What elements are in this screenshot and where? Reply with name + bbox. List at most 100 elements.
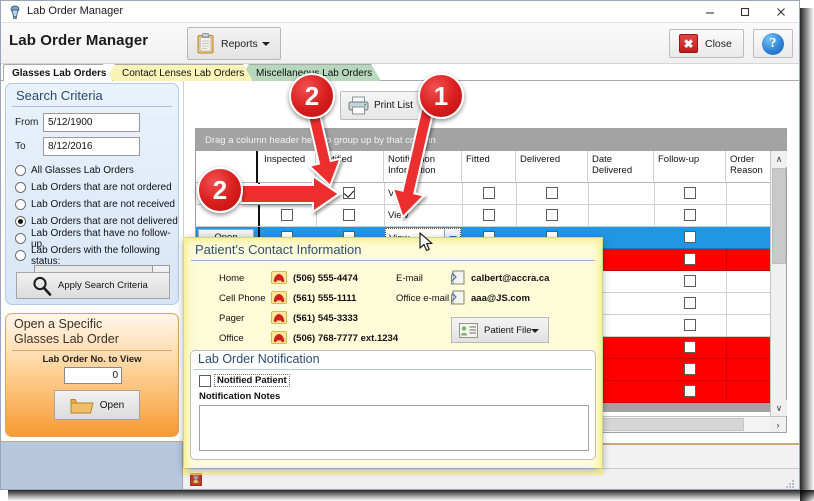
delivered-checkbox[interactable] [546,209,558,221]
lab-order-manager-window: Lab Order Manager Lab Order Manager [0,0,800,490]
patient-card-icon [459,323,478,338]
open-order-label: Open [100,400,124,411]
column-header-order-reason[interactable]: Order Reason [726,151,772,183]
followup-checkbox[interactable] [684,319,696,331]
notification-notes-textarea[interactable] [199,405,589,451]
window-shadow-right [800,8,814,501]
radio-icon [15,165,26,176]
open-specific-order-panel: Open a Specific Glasses Lab Order Lab Or… [5,313,179,437]
followup-checkbox[interactable] [684,187,696,199]
clipboard-icon [197,33,214,54]
to-date-input[interactable]: 8/12/2016 [43,137,140,156]
radio-not-ordered[interactable]: Lab Orders that are not ordered [15,180,172,195]
window-close-button[interactable] [763,1,799,22]
close-x-icon: ✖ [679,34,698,53]
followup-checkbox[interactable] [684,209,696,221]
resize-grip[interactable] [785,476,795,486]
grid-vertical-scrollbar[interactable]: ∧ ∨ [770,151,786,416]
reports-button[interactable]: Reports [187,27,281,60]
fitted-checkbox[interactable] [483,187,495,199]
open-specific-order-title-line1: Open a Specific [14,317,119,332]
reports-label: Reports [221,38,258,50]
folder-icon [70,396,94,415]
column-header-fitted[interactable]: Fitted [462,151,516,183]
divider [12,350,172,351]
page-title: Lab Order Manager [9,32,148,49]
close-button[interactable]: ✖ Close [669,29,744,58]
scroll-down-button[interactable]: ∨ [771,400,787,416]
divider [12,106,172,107]
maximize-button[interactable] [727,1,763,22]
patient-contact-section: Patient's Contact Information Home (506)… [189,241,597,348]
tab-glasses-lab-orders[interactable]: Glasses Lab Orders [3,64,113,81]
delivered-checkbox[interactable] [546,187,558,199]
phone-icon [271,331,287,344]
apply-search-criteria-label: Apply Search Criteria [58,280,148,291]
scroll-up-button[interactable]: ∧ [771,151,787,167]
close-button-label: Close [705,38,732,50]
app-icon [8,5,22,19]
chevron-down-icon[interactable] [531,329,539,333]
callout-badge-2-top: 2 [289,73,335,119]
status-bar: ⌛ [183,468,799,489]
apply-search-criteria-button[interactable]: Apply Search Criteria [16,272,170,299]
column-header-delivered[interactable]: Delivered [516,151,588,183]
fitted-checkbox[interactable] [483,209,495,221]
office-label: Office [219,333,244,344]
question-mark-icon: ? [762,33,784,55]
radio-following-status[interactable]: Lab Orders with the following status: [15,248,178,263]
hourglass-icon: ⌛ [190,473,202,486]
pager-value: (561) 545-3333 [293,313,358,324]
patient-file-label: Patient File [484,325,532,336]
radio-icon [15,250,26,261]
window-titlebar: Lab Order Manager [1,1,799,23]
tab-contact-lenses-lab-orders[interactable]: Contact Lenses Lab Orders [105,64,253,81]
open-order-button[interactable]: Open [54,390,140,420]
radio-icon [15,182,26,193]
column-header-follow-up[interactable]: Follow-up [654,151,726,183]
phone-icon [271,291,287,304]
search-icon [31,275,53,297]
home-label: Home [219,273,244,284]
minimize-button[interactable] [692,1,728,22]
open-specific-order-title: Open a Specific Glasses Lab Order [14,317,119,347]
office-email-value: aaa@JS.com [471,293,530,304]
email-label: E-mail [396,273,423,284]
app-header: Lab Order Manager Reports ✖ Close [1,23,799,64]
lab-order-no-label: Lab Order No. to View [6,354,178,365]
lab-order-no-input[interactable]: 0 [64,367,122,384]
radio-icon [15,233,26,244]
followup-checkbox[interactable] [684,253,696,265]
chevron-down-icon[interactable] [262,42,270,46]
radio-label: Lab Orders that are not delivered [31,216,178,227]
scrollbar-thumb[interactable] [772,168,786,264]
patient-file-button[interactable]: Patient File [451,317,549,343]
scroll-right-button[interactable]: › [770,417,786,432]
radio-icon [15,199,26,210]
notified-patient-label: Notified Patient [214,374,290,387]
column-header-date-delivered[interactable]: Date Delivered [588,151,654,183]
window-shadow-bottom [8,490,814,501]
notified-patient-checkbox[interactable] [199,375,211,387]
from-date-input[interactable]: 5/12/1900 [43,113,140,132]
open-specific-order-title-line2: Glasses Lab Order [14,332,119,347]
followup-checkbox[interactable] [684,275,696,287]
followup-checkbox[interactable] [684,231,696,243]
radio-label: Lab Orders that are not received [31,199,175,210]
radio-all-glasses-lab-orders[interactable]: All Glasses Lab Orders [15,163,134,178]
divider [194,369,592,370]
followup-checkbox[interactable] [684,297,696,309]
followup-checkbox[interactable] [684,363,696,375]
home-value: (506) 555-4474 [293,273,358,284]
email-icon [451,290,465,305]
callout-badge-1: 1 [418,73,464,119]
group-by-hint[interactable]: Drag a column header here to group up by… [196,129,786,151]
radio-not-received[interactable]: Lab Orders that are not received [15,197,175,212]
pager-label: Pager [219,313,244,324]
followup-checkbox[interactable] [684,341,696,353]
followup-checkbox[interactable] [684,385,696,397]
cell-phone-label: Cell Phone [219,293,265,304]
callout-arrow-2-left [239,173,345,217]
help-button[interactable]: ? [753,29,793,58]
lab-order-notification-title: Lab Order Notification [198,352,320,366]
